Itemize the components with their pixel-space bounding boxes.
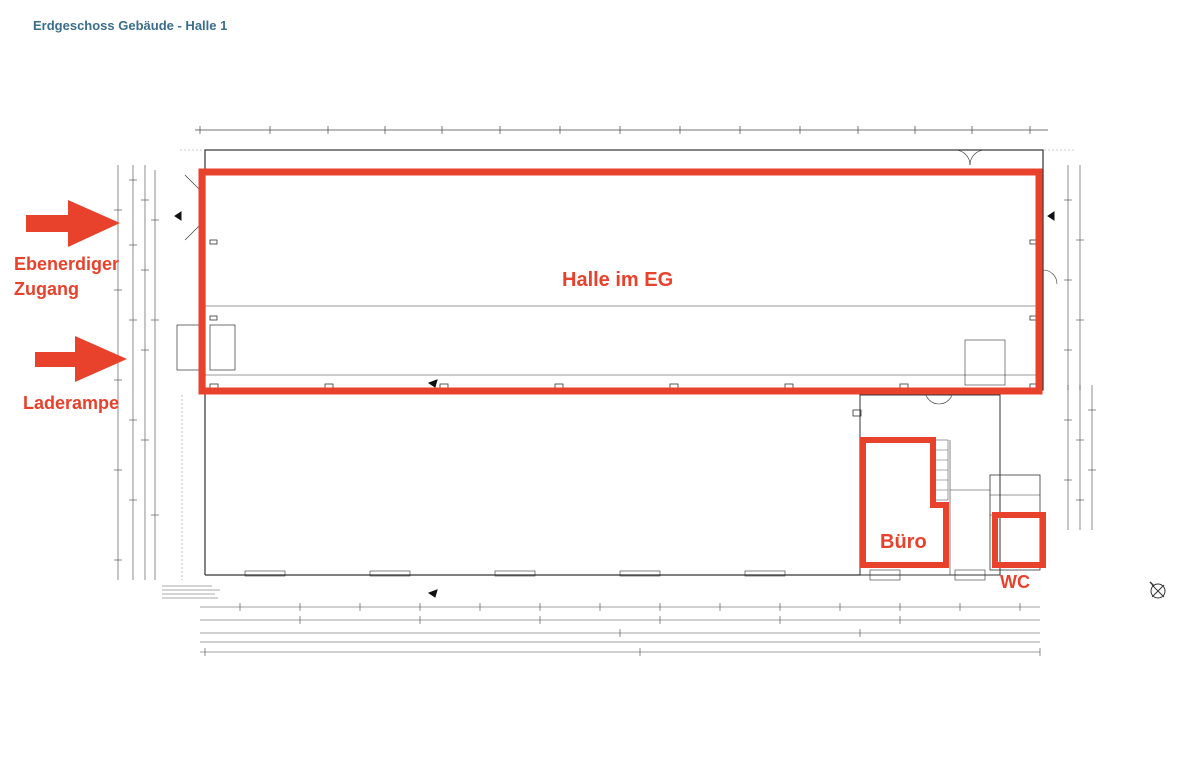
label-wc: WC bbox=[1000, 572, 1030, 592]
label-ebenerdiger-zugang: Ebenerdiger Zugang bbox=[14, 252, 119, 302]
label-halle: Halle im EG bbox=[562, 269, 674, 291]
label-laderampe: Laderampe bbox=[23, 393, 120, 413]
label-zugang-line2: Zugang bbox=[14, 279, 79, 299]
floor-plan bbox=[26, 126, 1166, 656]
compass-north-icon bbox=[1149, 581, 1166, 599]
arrow-laderampe-icon bbox=[35, 336, 127, 382]
label-buero: Büro bbox=[880, 531, 927, 553]
windows bbox=[244, 387, 786, 577]
highlight-wc bbox=[992, 512, 1046, 568]
label-zugang-line1: Ebenerdiger bbox=[14, 254, 120, 274]
building-walls bbox=[176, 149, 1058, 581]
bottom-dimension-chains bbox=[200, 603, 1041, 656]
top-dimension-chain bbox=[195, 126, 1048, 134]
legend-block bbox=[162, 585, 220, 599]
arrow-zugang-icon bbox=[26, 200, 120, 247]
left-dimension-chains bbox=[114, 165, 159, 580]
right-dimension-chains bbox=[1064, 165, 1096, 530]
